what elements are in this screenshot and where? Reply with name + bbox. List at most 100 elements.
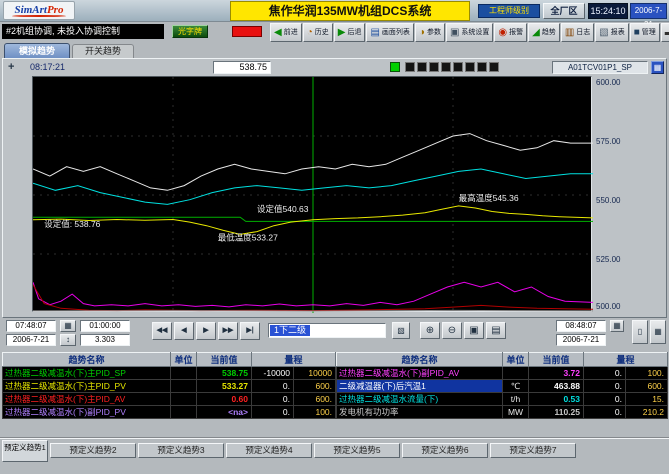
end-date-field[interactable]: 2006-7-21 xyxy=(556,334,606,346)
svg-text:设定值540.63: 设定值540.63 xyxy=(257,204,309,214)
bottom-tab-preset-4[interactable]: 预定义趋势4 xyxy=(226,443,312,458)
col-header-unit: 单位 xyxy=(503,353,529,367)
pen-slot[interactable] xyxy=(441,62,451,72)
speed-field[interactable]: 3.303 xyxy=(80,334,130,346)
svg-text:设定值: 538.76: 设定值: 538.76 xyxy=(44,219,100,229)
start-date-field[interactable]: 2006-7-21 xyxy=(6,334,56,346)
y-axis-tick: 500.00 xyxy=(596,302,646,312)
trend-row[interactable]: 过热器二级减温水(下)主PID_SP 538.75 -10000 10000 xyxy=(3,367,336,380)
start-time-field[interactable]: 07:48:07 xyxy=(6,320,56,332)
step-forward-button[interactable]: ▶ xyxy=(196,322,216,340)
trend-group-field[interactable]: 1下二级 xyxy=(268,323,386,338)
trend-plot-area[interactable]: 设定值540.63设定值: 538.76最低温度533.27最高温度545.36 xyxy=(32,76,592,312)
export-button[interactable]: ▦ xyxy=(650,320,666,344)
trend-value: 3.72 xyxy=(529,367,584,380)
pen-slot[interactable] xyxy=(429,62,439,72)
bottom-tab-preset-5[interactable]: 预定义趋势5 xyxy=(314,443,400,458)
pen-slot[interactable] xyxy=(477,62,487,72)
tab-switch-trend[interactable]: 开关趋势 xyxy=(72,44,134,58)
table-header-row: 趋势名称 单位 当前值 量程 xyxy=(3,353,336,367)
screen-list-button[interactable]: ▤ 画面列表 xyxy=(366,23,413,42)
back-button[interactable]: ▶ 后退 xyxy=(334,23,366,42)
trend-name: 过热器二级减温水(下)副PID_AV xyxy=(337,367,503,380)
system-settings-button[interactable]: ▣ 系统设置 xyxy=(446,23,493,42)
bottom-tab-preset-7[interactable]: 预定义趋势7 xyxy=(490,443,576,458)
trend-row-selected[interactable]: 二级减温器(下)后汽温1 ℃ 463.88 0. 600. xyxy=(337,380,668,393)
jump-to-end-button[interactable]: ▶| xyxy=(240,322,260,340)
report-button[interactable]: ▧ 报表 xyxy=(595,23,628,42)
pen-slot[interactable] xyxy=(405,62,415,72)
current-date: 2006-7-21 xyxy=(630,3,667,19)
trend-row[interactable]: 发电机有功功率 MW 110.25 0. 210.2 xyxy=(337,406,668,419)
tag-browse-button[interactable]: ▦ xyxy=(651,61,664,74)
step-back-button[interactable]: ◀ xyxy=(174,322,194,340)
trend-range-max: 210.2 xyxy=(626,406,668,419)
bottom-tab-preset-6[interactable]: 预定义趋势6 xyxy=(402,443,488,458)
rewind-button[interactable]: ◀◀ xyxy=(152,322,172,340)
main-toolbar: ◀ 前进 ◔ 历史 ▶ 后退 ▤ 画面列表 ◑ 参数 ▣ 系统设置 ◉ 报警 ◢… xyxy=(270,23,668,42)
zoom-out-button[interactable]: ⊖ xyxy=(442,322,462,339)
end-time-field[interactable]: 08:48:07 xyxy=(556,320,606,332)
trend-unit xyxy=(171,367,197,380)
history-button[interactable]: ◔ 历史 xyxy=(303,23,333,42)
trend-unit xyxy=(503,367,529,380)
manage-button[interactable]: ■ 管理 xyxy=(630,23,660,42)
trend-range-max: 10000 xyxy=(294,367,336,380)
alarm-icon: ◉ xyxy=(498,28,507,38)
crosshair-icon[interactable]: + xyxy=(8,61,14,73)
trend-row[interactable]: 过热器二级减温水(下)主PID_AV 0.60 0. 600. xyxy=(3,393,336,406)
zoom-in-button[interactable]: ⊕ xyxy=(420,322,440,339)
calendar-icon: ▦ xyxy=(613,321,621,330)
print-trend-button[interactable]: ▤ xyxy=(486,322,506,339)
trend-value: 533.27 xyxy=(197,380,252,393)
trend-unit: MW xyxy=(503,406,529,419)
trend-range-max: 15. xyxy=(626,393,668,406)
trend-button[interactable]: ◢ 趋势 xyxy=(528,23,560,42)
snapshot-button[interactable]: ▧ xyxy=(392,322,410,339)
tab-analog-trend[interactable]: 模拟趋势 xyxy=(4,43,70,58)
end-calendar-button[interactable]: ▦ xyxy=(610,320,624,332)
interval-field[interactable]: 01:00:00 xyxy=(80,320,130,332)
pen-slot[interactable] xyxy=(453,62,463,72)
pen-slot[interactable] xyxy=(489,62,499,72)
forward-button[interactable]: ◀ 前进 xyxy=(270,23,302,42)
log-button[interactable]: ▥ 日志 xyxy=(561,23,594,42)
parameters-button[interactable]: ◑ 参数 xyxy=(415,23,445,42)
trend-range-min: 0. xyxy=(584,393,626,406)
trend-icon: ◢ xyxy=(532,28,540,38)
logo-text-simart: SimArt xyxy=(15,4,47,16)
area-selector-button[interactable]: 全厂区 xyxy=(543,3,585,19)
fast-forward-button[interactable]: ▶▶ xyxy=(218,322,238,340)
toolbar-label: 后退 xyxy=(347,29,361,37)
print-button[interactable]: ▬ 打印 xyxy=(661,23,669,42)
alarm-button[interactable]: ◉ 报警 xyxy=(494,23,527,42)
start-calendar-button[interactable]: ▦ xyxy=(60,320,76,332)
trend-value: <na> xyxy=(197,406,252,419)
trend-value: 0.60 xyxy=(197,393,252,406)
pen-slot[interactable] xyxy=(465,62,475,72)
trend-row[interactable]: 过热器二级减温水(下)主PID_PV 533.27 0. 600. xyxy=(3,380,336,393)
trend-unit xyxy=(171,406,197,419)
lightboard-button[interactable]: 光字牌 xyxy=(172,25,208,38)
bottom-tab-preset-2[interactable]: 预定义趋势2 xyxy=(50,443,136,458)
spin-button[interactable]: ↕ xyxy=(60,334,76,346)
toolbar-label: 管理 xyxy=(642,29,656,37)
save-trend-button[interactable]: ▣ xyxy=(464,322,484,339)
trend-range-max: 600. xyxy=(626,380,668,393)
selected-tag-box[interactable]: A01TCV01P1_SP xyxy=(552,61,648,74)
trend-row[interactable]: 过热器二级减温水(下)副PID_AV 3.72 0. 100. xyxy=(337,367,668,380)
pen-slot[interactable] xyxy=(417,62,427,72)
trend-range-min: 0. xyxy=(584,380,626,393)
alarm-indicator[interactable] xyxy=(232,26,262,37)
y-axis-tick: 575.00 xyxy=(596,137,646,147)
bottom-tab-preset-1[interactable]: 预定义趋势1 xyxy=(2,440,48,462)
new-trend-button[interactable]: ▯ xyxy=(632,320,648,344)
bottom-tab-preset-3[interactable]: 预定义趋势3 xyxy=(138,443,224,458)
trend-row[interactable]: 过热器二级减温水(下)副PID_PV <na> 0. 100. xyxy=(3,406,336,419)
trend-row[interactable]: 过热器二级减温水流量(下) t/h 0.53 0. 15. xyxy=(337,393,668,406)
toolbar-label: 报表 xyxy=(611,29,625,37)
trend-name: 过热器二级减温水(下)主PID_SP xyxy=(3,367,171,380)
active-pen-lamp[interactable] xyxy=(390,62,400,72)
pen-selector-row xyxy=(405,62,499,72)
trend-range-max: 100. xyxy=(626,367,668,380)
